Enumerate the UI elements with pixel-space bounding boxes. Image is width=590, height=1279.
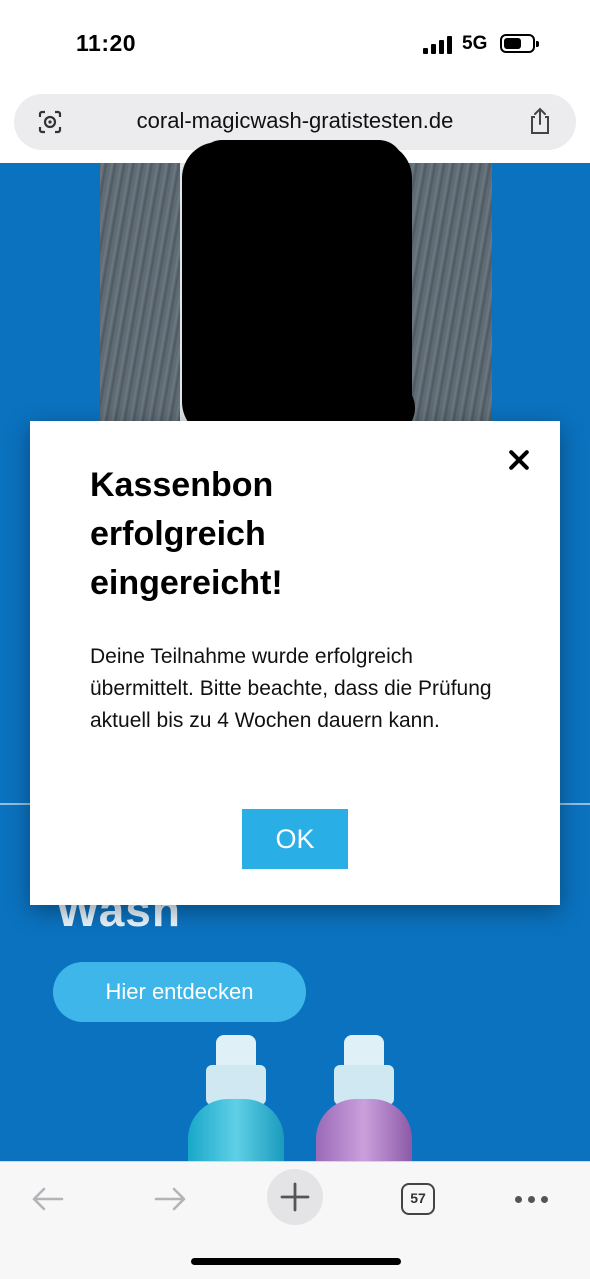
redaction-mark <box>198 140 403 188</box>
home-indicator[interactable] <box>191 1258 401 1265</box>
cellular-signal-icon <box>423 36 453 54</box>
share-icon[interactable] <box>526 106 554 136</box>
arrow-right-icon[interactable] <box>146 1174 196 1224</box>
more-dots-icon[interactable] <box>506 1174 556 1224</box>
url-text[interactable]: coral-magicwash-gratistesten.de <box>14 108 576 134</box>
new-tab-button[interactable] <box>267 1169 323 1225</box>
tabs-button[interactable]: 57 <box>393 1174 443 1224</box>
product-bottle-purple <box>316 1035 412 1161</box>
product-bottle-blue <box>188 1035 284 1161</box>
plus-icon <box>280 1182 310 1212</box>
battery-icon <box>500 34 539 53</box>
ok-button[interactable]: OK <box>242 809 348 869</box>
close-icon[interactable] <box>504 445 534 475</box>
confirmation-dialog: Kassenbon erfolgreich eingereicht! Deine… <box>30 421 560 905</box>
tab-count: 57 <box>401 1183 435 1215</box>
dialog-message: Deine Teilnahme wurde erfolgreich übermi… <box>90 645 492 732</box>
dialog-title: Kassenbon erfolgreich eingereicht! <box>90 466 283 602</box>
discover-button[interactable]: Hier entdecken <box>53 962 306 1022</box>
arrow-left-icon[interactable] <box>22 1174 72 1224</box>
status-bar: 11:20 5G <box>0 0 590 90</box>
network-type: 5G <box>462 33 488 54</box>
status-time: 11:20 <box>76 30 137 56</box>
